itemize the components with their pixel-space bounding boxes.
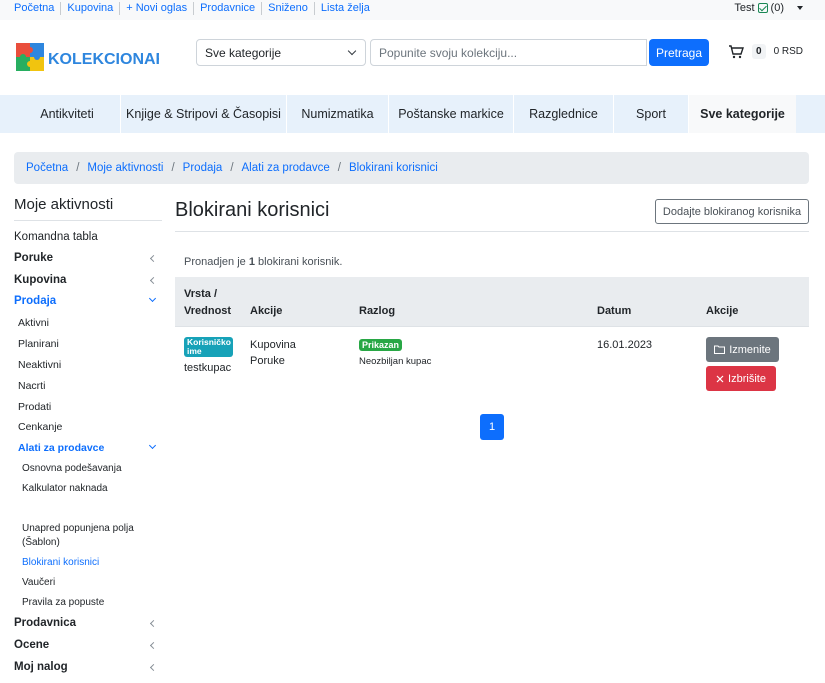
type-badge-line2: ime <box>187 346 202 356</box>
breadcrumb-alati[interactable]: Alati za prodavce <box>242 162 330 174</box>
breadcrumb-prodaja[interactable]: Prodaja <box>183 162 223 174</box>
sidebar-item-pravila-za-popuste[interactable]: Pravila za popuste <box>22 597 104 608</box>
sidebar-item-ocene[interactable]: Ocene <box>14 639 49 651</box>
sidebar-item-alati-za-prodavce[interactable]: Alati za prodavce <box>18 442 104 454</box>
top-link-lista-zelja[interactable]: Lista želja <box>315 2 376 15</box>
sidebar-item-planirani[interactable]: Planirani <box>18 338 59 350</box>
results-suffix: blokirani korisnik. <box>254 256 343 268</box>
delete-button[interactable]: Izbrišite <box>706 366 776 391</box>
category-razglednice[interactable]: Razglednice <box>514 95 614 133</box>
header-datum: Datum <box>597 305 632 317</box>
category-sve[interactable]: Sve kategorije <box>689 95 796 133</box>
sidebar-item-kalkulator-naknada[interactable]: Kalkulator naknada <box>22 483 108 494</box>
sidebar-item-prodati[interactable]: Prodati <box>18 401 51 413</box>
checkbox-icon <box>757 3 768 13</box>
sidebar-menu: Komandna tabla Poruke Kupovina Prodaja A… <box>14 0 162 683</box>
results-count: Pronadjen je 1 blokirani korisnik. <box>184 256 342 268</box>
date-text: 16.01.2023 <box>597 339 653 351</box>
header-akcije-2: Akcije <box>706 305 739 317</box>
chevron-left-icon <box>149 663 158 672</box>
sidebar-item-vauceri[interactable]: Vaučeri <box>22 577 55 588</box>
category-select[interactable]: Sve kategorije <box>196 39 366 66</box>
edit-label: Izmenite <box>729 343 771 356</box>
category-numizmatika[interactable]: Numizmatika <box>287 95 389 133</box>
close-icon <box>716 375 724 382</box>
action-poruke: Poruke <box>250 355 285 367</box>
sidebar-item-nacrti[interactable]: Nacrti <box>18 380 45 392</box>
chevron-left-icon <box>149 254 158 263</box>
header-vrsta: Vrsta / <box>184 288 218 300</box>
top-link-snizeno[interactable]: Sniženo <box>262 2 315 15</box>
category-select-value: Sve kategorije <box>205 46 282 60</box>
chevron-left-icon <box>149 641 158 650</box>
sidebar-item-osnovna-podesavanja[interactable]: Osnovna podešavanja <box>22 463 122 474</box>
status-badge: Prikazan <box>359 339 403 351</box>
breadcrumb-blokirani[interactable]: Blokirani korisnici <box>349 162 438 174</box>
user-menu[interactable]: Test (0) <box>734 2 803 14</box>
search-input[interactable] <box>370 39 647 66</box>
sidebar-item-prodavnica[interactable]: Prodavnica <box>14 617 76 629</box>
sidebar-item-unapred-popunjena[interactable]: Unapred popunjena polja <box>22 523 134 534</box>
breadcrumb-separator: / <box>230 162 234 174</box>
action-kupovina: Kupovina <box>250 339 296 351</box>
reason-text: Neozbiljan kupac <box>359 356 432 367</box>
sidebar-item-moj-nalog[interactable]: Moj nalog <box>14 661 68 673</box>
sidebar-item-neaktivni[interactable]: Neaktivni <box>18 359 61 371</box>
cart-count: 0 <box>752 44 766 59</box>
user-name: Test <box>734 2 755 14</box>
divider <box>175 231 809 232</box>
sidebar-item-cenkanje[interactable]: Cenkanje <box>18 421 62 433</box>
sidebar-item-blokirani-korisnici[interactable]: Blokirani korisnici <box>22 557 99 568</box>
header-vrednost: Vrednost <box>184 305 232 317</box>
chevron-left-icon <box>149 276 158 285</box>
header-akcije: Akcije <box>250 305 283 317</box>
cart-icon <box>729 44 744 58</box>
chevron-left-icon <box>149 619 158 628</box>
category-sport[interactable]: Sport <box>614 95 689 133</box>
type-badge: Korisničko ime <box>184 337 233 357</box>
sidebar-item-aktivni[interactable]: Aktivni <box>18 317 49 329</box>
edit-button[interactable]: Izmenite <box>706 337 779 362</box>
results-prefix: Pronadjen je <box>184 256 249 268</box>
page-title: Blokirani korisnici <box>175 199 330 221</box>
breadcrumb-separator: / <box>171 162 175 174</box>
chevron-down-icon <box>347 46 357 56</box>
folder-icon <box>714 345 726 354</box>
header-razlog: Razlog <box>359 305 396 317</box>
breadcrumb-separator: / <box>337 162 341 174</box>
top-link-prodavnice[interactable]: Prodavnice <box>194 2 263 15</box>
blocked-username: testkupac <box>184 362 232 374</box>
sidebar-item-sablon[interactable]: (Šablon) <box>22 537 60 548</box>
sidebar-item-kupovina[interactable]: Kupovina <box>14 274 66 286</box>
pagination-page-1[interactable]: 1 <box>480 414 504 440</box>
add-blocked-user-button[interactable]: Dodajte blokiranog korisnika <box>655 199 809 224</box>
search-button[interactable]: Pretraga <box>649 39 709 66</box>
cart[interactable]: 0 0 RSD <box>728 44 803 59</box>
chevron-down-icon <box>148 441 157 450</box>
sidebar-item-komandna-tabla[interactable]: Komandna tabla <box>14 231 98 243</box>
cart-total: 0 RSD <box>773 46 804 57</box>
sidebar-item-poruke[interactable]: Poruke <box>14 252 53 264</box>
chevron-down-icon <box>148 294 157 303</box>
sidebar-item-prodaja[interactable]: Prodaja <box>14 295 56 307</box>
table-header: Vrsta / Vrednost Akcije Razlog Datum Akc… <box>175 277 809 327</box>
wishlist-count: (0) <box>770 2 784 14</box>
category-postanske-markice[interactable]: Poštanske markice <box>389 95 514 133</box>
caret-down-icon[interactable] <box>797 6 803 10</box>
delete-label: Izbrišite <box>728 372 766 385</box>
